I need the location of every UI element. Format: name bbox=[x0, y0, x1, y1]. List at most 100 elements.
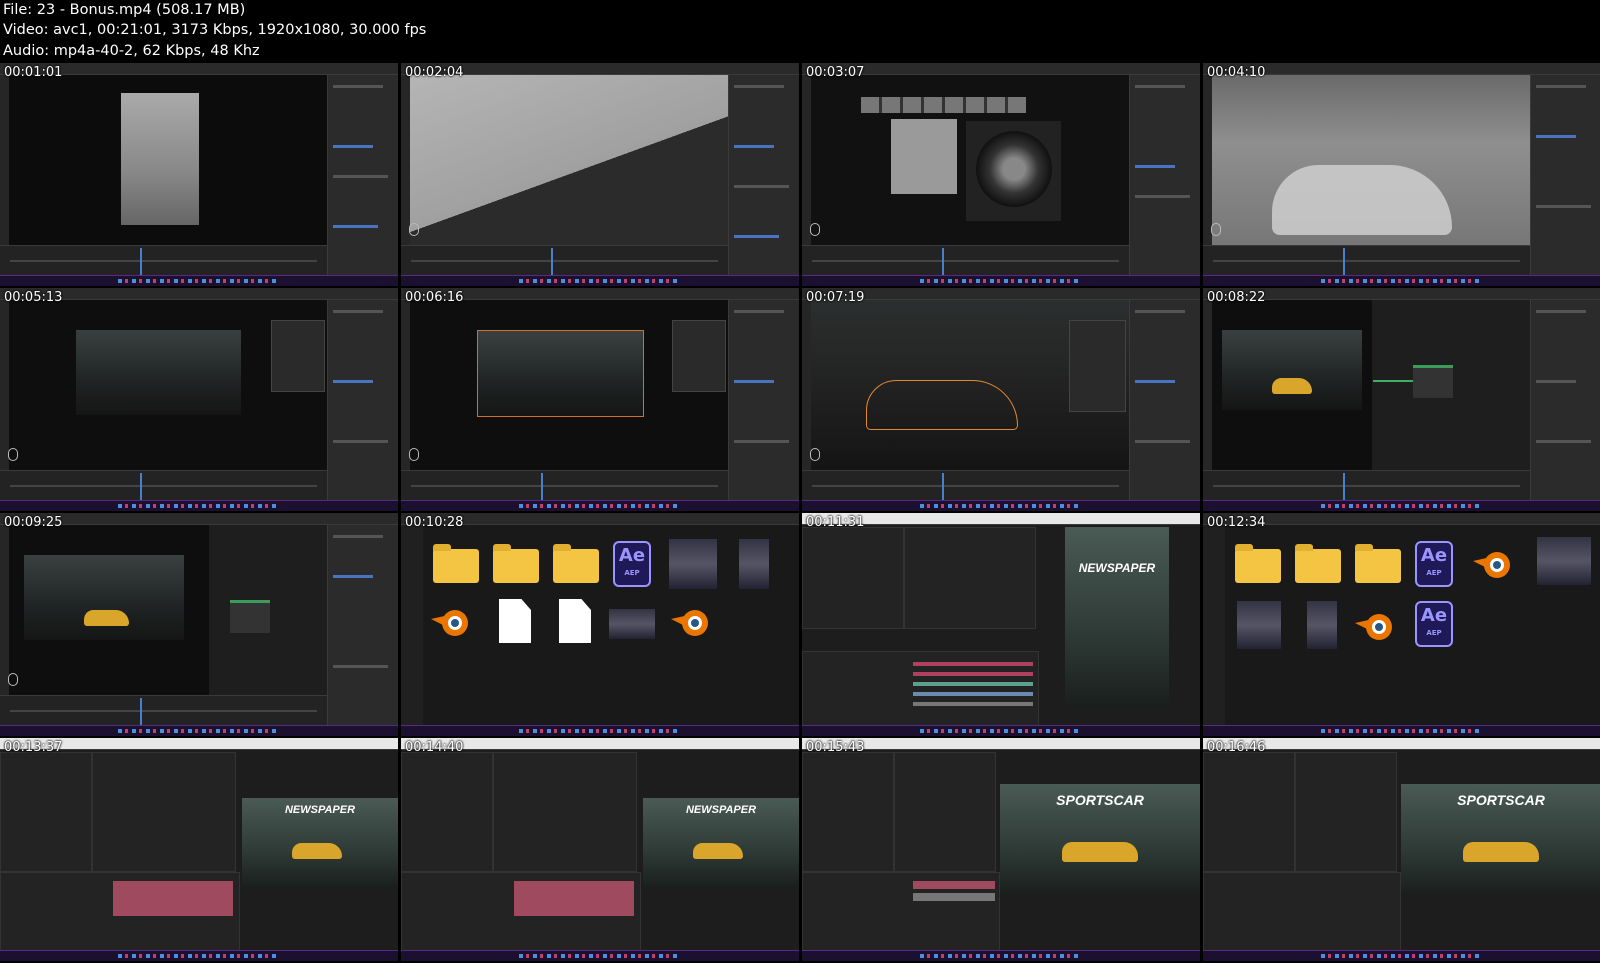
taskbar[interactable] bbox=[802, 725, 1200, 736]
viewport[interactable] bbox=[9, 300, 327, 470]
timeline[interactable] bbox=[802, 245, 1129, 277]
folder-icon[interactable] bbox=[493, 544, 539, 583]
folder-icon[interactable] bbox=[1295, 544, 1341, 583]
folder-icon[interactable] bbox=[433, 544, 479, 583]
context-menu[interactable] bbox=[271, 320, 325, 392]
blender-icon[interactable] bbox=[1353, 605, 1397, 645]
toolbar[interactable] bbox=[401, 75, 410, 246]
taskbar[interactable] bbox=[401, 725, 799, 736]
properties-panel[interactable] bbox=[327, 75, 398, 276]
timeline[interactable] bbox=[1203, 245, 1530, 277]
properties-panel[interactable] bbox=[1129, 75, 1200, 276]
blender-icon[interactable] bbox=[429, 601, 473, 641]
taskbar[interactable] bbox=[802, 500, 1200, 511]
toolbar[interactable] bbox=[0, 300, 9, 471]
taskbar[interactable] bbox=[0, 500, 398, 511]
toolbar[interactable] bbox=[1203, 300, 1212, 471]
viewport[interactable] bbox=[1212, 75, 1530, 245]
shader-node[interactable] bbox=[230, 600, 270, 633]
taskbar[interactable] bbox=[401, 500, 799, 511]
toolbar[interactable] bbox=[0, 525, 9, 696]
properties-panel[interactable] bbox=[728, 75, 799, 276]
viewport[interactable] bbox=[9, 525, 209, 695]
node-editor[interactable] bbox=[210, 525, 327, 695]
properties-panel[interactable] bbox=[327, 525, 398, 726]
frame-16[interactable]: 00:16:46 SPORTSCAR bbox=[1203, 738, 1600, 961]
viewport[interactable] bbox=[410, 75, 728, 245]
frame-7[interactable]: 00:07:19 bbox=[802, 288, 1200, 511]
frame-12[interactable]: 00:12:34 Ae AEP Ae AEP bbox=[1203, 513, 1600, 736]
properties-panel[interactable] bbox=[1530, 300, 1600, 501]
viewport[interactable] bbox=[811, 300, 1129, 470]
shader-node[interactable] bbox=[1413, 365, 1453, 398]
taskbar[interactable] bbox=[1203, 950, 1600, 961]
after-effects-icon[interactable]: Ae AEP bbox=[613, 541, 651, 587]
frame-10[interactable]: 00:10:28 Ae AEP bbox=[401, 513, 799, 736]
effects-panel[interactable] bbox=[904, 527, 1036, 629]
explorer-sidebar[interactable] bbox=[1203, 525, 1225, 726]
effects-panel[interactable] bbox=[92, 752, 236, 872]
document-icon[interactable] bbox=[559, 599, 591, 643]
frame-15[interactable]: 00:15:43 SPORTSCAR bbox=[802, 738, 1200, 961]
image-thumbnail[interactable] bbox=[609, 609, 655, 639]
frame-9[interactable]: 00:09:25 bbox=[0, 513, 398, 736]
timeline[interactable] bbox=[401, 245, 728, 277]
properties-panel[interactable] bbox=[1129, 300, 1200, 501]
frame-8[interactable]: 00:08:22 bbox=[1203, 288, 1600, 511]
frame-4[interactable]: 00:04:10 bbox=[1203, 63, 1600, 286]
image-thumbnail[interactable] bbox=[1237, 601, 1281, 649]
blender-icon[interactable] bbox=[1471, 543, 1515, 583]
taskbar[interactable] bbox=[0, 950, 398, 961]
viewport[interactable] bbox=[811, 75, 1129, 245]
project-panel[interactable] bbox=[802, 752, 894, 872]
toolbar[interactable] bbox=[1203, 75, 1212, 246]
toolbar[interactable] bbox=[802, 300, 811, 471]
timeline[interactable] bbox=[1203, 470, 1530, 502]
timeline-panel[interactable] bbox=[802, 872, 1000, 952]
taskbar[interactable] bbox=[0, 725, 398, 736]
project-panel[interactable] bbox=[0, 752, 92, 872]
properties-panel[interactable] bbox=[327, 300, 398, 501]
effects-panel[interactable] bbox=[894, 752, 996, 872]
context-menu[interactable] bbox=[1069, 320, 1126, 412]
image-thumbnail[interactable] bbox=[1537, 537, 1591, 585]
taskbar[interactable] bbox=[401, 950, 799, 961]
effects-panel[interactable] bbox=[1295, 752, 1397, 872]
frame-13[interactable]: 00:13:37 NEWSPAPER bbox=[0, 738, 398, 961]
after-effects-icon[interactable]: Ae AEP bbox=[1415, 541, 1453, 587]
effects-panel[interactable] bbox=[493, 752, 637, 872]
folder-icon[interactable] bbox=[553, 544, 599, 583]
timeline[interactable] bbox=[0, 470, 327, 502]
timeline-panel[interactable] bbox=[1203, 872, 1401, 952]
context-menu[interactable] bbox=[672, 320, 726, 392]
timeline[interactable] bbox=[0, 695, 327, 727]
explorer-sidebar[interactable] bbox=[401, 525, 423, 726]
taskbar[interactable] bbox=[802, 275, 1200, 286]
taskbar[interactable] bbox=[1203, 275, 1600, 286]
toolbar[interactable] bbox=[802, 75, 811, 246]
timeline[interactable] bbox=[401, 470, 728, 502]
frame-6[interactable]: 00:06:16 bbox=[401, 288, 799, 511]
timeline-panel[interactable] bbox=[802, 651, 1039, 727]
folder-icon[interactable] bbox=[1355, 544, 1401, 583]
viewport[interactable] bbox=[9, 75, 327, 245]
after-effects-icon[interactable]: Ae AEP bbox=[1415, 601, 1453, 647]
frame-1[interactable]: 00:01:01 bbox=[0, 63, 398, 286]
image-thumbnail[interactable] bbox=[739, 539, 769, 589]
toolbar[interactable] bbox=[0, 75, 9, 246]
properties-panel[interactable] bbox=[1530, 75, 1600, 276]
frame-14[interactable]: 00:14:40 NEWSPAPER bbox=[401, 738, 799, 961]
project-panel[interactable] bbox=[1203, 752, 1295, 872]
viewport[interactable] bbox=[410, 300, 728, 470]
frame-2[interactable]: 00:02:04 bbox=[401, 63, 799, 286]
viewport[interactable] bbox=[1212, 300, 1372, 470]
frame-5[interactable]: 00:05:13 bbox=[0, 288, 398, 511]
properties-panel[interactable] bbox=[728, 300, 799, 501]
frame-11[interactable]: 00:11:31 NEWSPAPER bbox=[802, 513, 1200, 736]
toolbar[interactable] bbox=[401, 300, 410, 471]
taskbar[interactable] bbox=[1203, 500, 1600, 511]
blender-icon[interactable] bbox=[669, 601, 713, 641]
taskbar[interactable] bbox=[1203, 725, 1600, 736]
timeline[interactable] bbox=[802, 470, 1129, 502]
image-thumbnail[interactable] bbox=[669, 539, 717, 589]
